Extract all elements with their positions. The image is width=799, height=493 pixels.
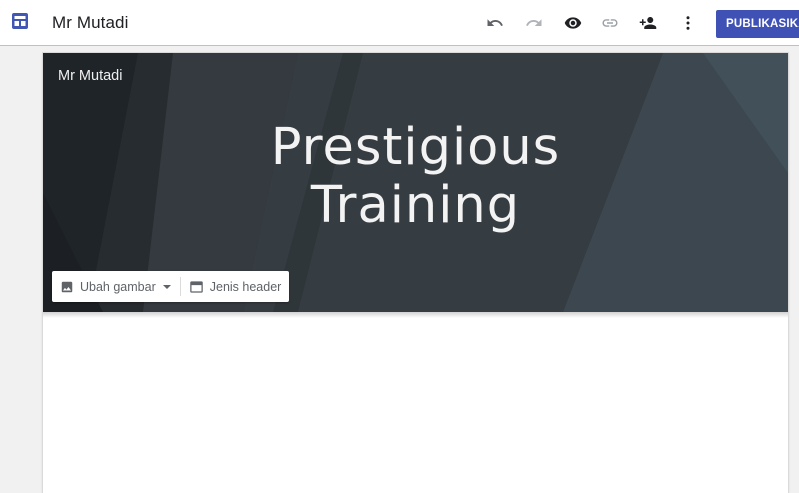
header-banner[interactable]: Mr Mutadi Prestigious Training Ubah gamb… — [43, 53, 788, 312]
link-icon — [602, 19, 618, 27]
add-person-icon — [639, 17, 657, 29]
undo-button[interactable] — [483, 11, 507, 35]
header-type-button[interactable]: Jenis header — [181, 271, 290, 302]
dropdown-arrow-icon — [162, 284, 171, 289]
hero-title-line-2: Training — [310, 176, 521, 235]
change-image-label: Ubah gambar — [80, 279, 156, 294]
hero-title-line-1: Prestigious — [270, 118, 561, 177]
header-type-label: Jenis header — [209, 279, 282, 294]
more-options-button[interactable] — [676, 11, 700, 35]
publish-button[interactable]: PUBLIKASIKAN — [716, 10, 799, 38]
undo-icon — [487, 19, 503, 26]
redo-button[interactable] — [522, 11, 546, 35]
change-image-button[interactable]: Ubah gambar — [52, 271, 180, 302]
hero-title[interactable]: Prestigious Training — [43, 119, 788, 235]
eye-icon — [564, 17, 582, 29]
image-icon — [61, 281, 73, 292]
preview-button[interactable] — [561, 11, 585, 35]
sites-layout-icon[interactable] — [11, 12, 29, 30]
copy-link-button[interactable] — [598, 11, 622, 35]
header-tools: Ubah gambar Jenis header — [52, 271, 290, 302]
page-canvas[interactable]: Mr Mutadi Prestigious Training Ubah gamb… — [43, 53, 788, 493]
share-button[interactable] — [636, 11, 660, 35]
document-title[interactable]: Mr Mutadi — [52, 13, 128, 33]
header-shadow — [43, 312, 788, 318]
site-name[interactable]: Mr Mutadi — [58, 68, 122, 84]
top-toolbar: Mr Mutadi PUBLIKASIKAN — [0, 0, 799, 46]
more-vert-icon — [686, 16, 690, 30]
header-type-icon — [190, 280, 203, 293]
redo-icon — [526, 19, 542, 26]
